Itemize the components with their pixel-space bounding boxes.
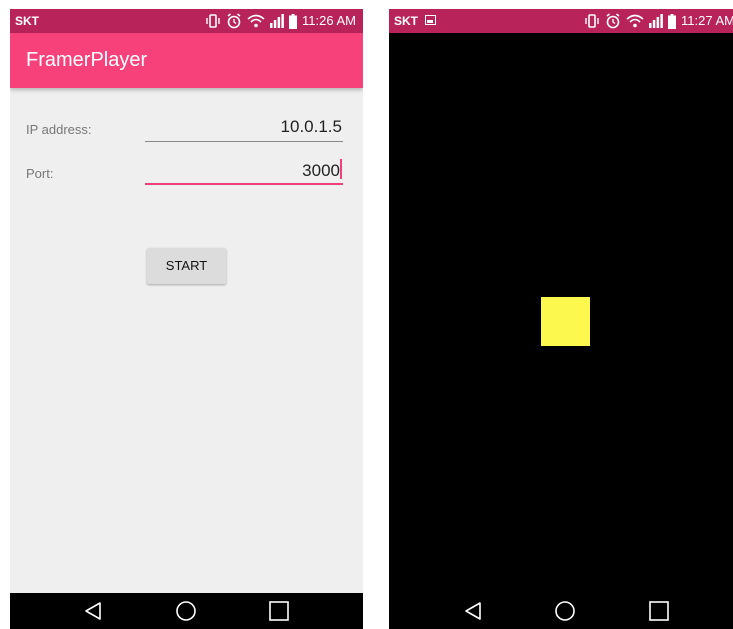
ip-address-label: IP address: (26, 122, 92, 137)
alarm-icon (227, 13, 241, 29)
port-input[interactable]: 3000 (145, 159, 343, 185)
status-bar: SKT 11:27 AM (389, 9, 733, 33)
wifi-icon (247, 14, 265, 28)
port-value: 3000 (302, 161, 340, 180)
home-icon[interactable] (554, 601, 576, 621)
ip-address-value: 10.0.1.5 (280, 117, 342, 136)
carrier-label: SKT (394, 14, 418, 28)
back-icon[interactable] (463, 601, 483, 621)
status-icons: 11:26 AM (205, 12, 356, 30)
yellow-square-layer (541, 297, 590, 346)
status-icons: 11:27 AM (584, 12, 733, 30)
signal-icon (270, 14, 284, 28)
app-bar: FramerPlayer (10, 33, 363, 88)
app-title: FramerPlayer (26, 49, 148, 71)
start-button[interactable]: START (147, 248, 226, 284)
status-bar: SKT 11:26 AM (10, 9, 363, 33)
alarm-icon (606, 13, 620, 29)
wifi-icon (626, 14, 644, 28)
status-time: 11:26 AM (302, 13, 356, 28)
gallery-icon (425, 15, 436, 25)
port-label: Port: (26, 166, 54, 181)
battery-icon (289, 13, 298, 29)
vibrate-icon (585, 14, 599, 28)
vibrate-icon (206, 14, 220, 28)
framer-player-settings-screen: SKT 11:26 AM FramerPlayer IP address: 10… (10, 9, 363, 629)
ip-address-input[interactable]: 10.0.1.5 (145, 116, 343, 142)
navigation-bar (10, 593, 363, 629)
navigation-bar (389, 593, 733, 629)
carrier-label: SKT (15, 14, 39, 28)
recents-icon[interactable] (649, 601, 669, 621)
back-icon[interactable] (83, 601, 103, 621)
signal-icon (649, 14, 663, 28)
text-cursor (340, 159, 342, 179)
status-time: 11:27 AM (681, 13, 733, 28)
home-icon[interactable] (175, 601, 197, 621)
framer-player-preview-screen: SKT 11:27 AM (389, 9, 733, 629)
battery-icon (668, 13, 677, 29)
recents-icon[interactable] (269, 601, 289, 621)
